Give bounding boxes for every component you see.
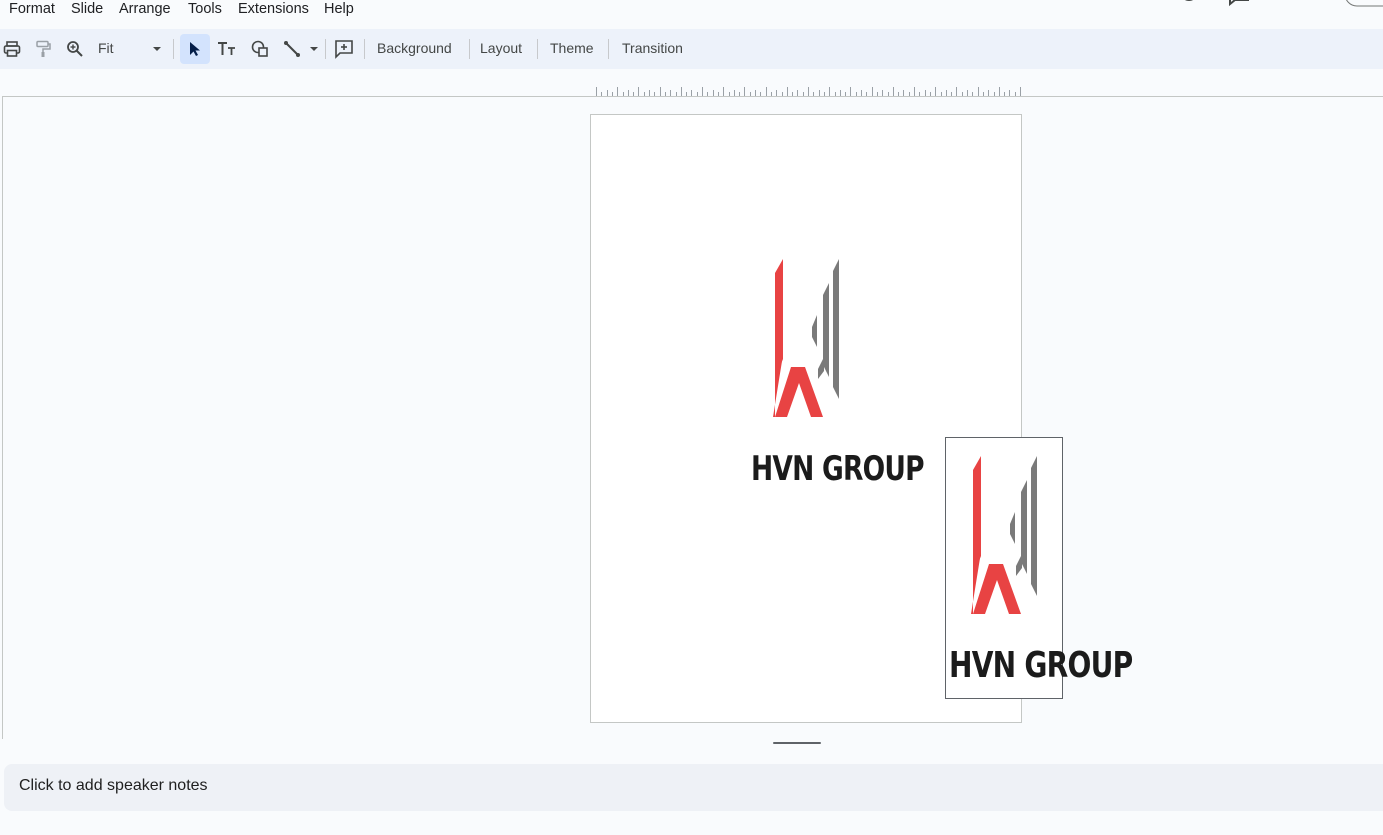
hvn-logo-mark-small: [971, 456, 1037, 614]
zoom-select-value[interactable]: Fit: [98, 40, 114, 56]
comments-icon[interactable]: [1227, 0, 1251, 8]
speaker-notes-panel[interactable]: Click to add speaker notes: [4, 764, 1383, 811]
paint-format-icon[interactable]: [33, 39, 53, 59]
layout-button[interactable]: Layout: [480, 40, 522, 56]
select-cursor-icon[interactable]: [180, 34, 210, 64]
menu-bar: Format Slide Arrange Tools Extensions He…: [0, 0, 1383, 24]
zoom-dropdown-chevron-icon[interactable]: [151, 45, 163, 53]
toolbar-divider: [325, 39, 326, 59]
menu-tools[interactable]: Tools: [188, 1, 222, 17]
notes-resize-handle[interactable]: [773, 742, 821, 744]
line-dropdown-chevron-icon[interactable]: [308, 45, 320, 53]
menu-arrange[interactable]: Arrange: [119, 1, 171, 17]
print-icon[interactable]: [2, 39, 22, 59]
toolbar-divider: [537, 39, 538, 59]
toolbar-divider: [469, 39, 470, 59]
toolbar-divider: [173, 39, 174, 59]
menu-help[interactable]: Help: [324, 1, 354, 17]
menu-slide[interactable]: Slide: [71, 1, 103, 17]
inserted-logo-image[interactable]: HVN GROUP: [945, 437, 1133, 699]
toolbar-divider: [608, 39, 609, 59]
toolbar-divider: [364, 39, 365, 59]
history-icon[interactable]: [1178, 0, 1200, 8]
text-box-icon[interactable]: [216, 39, 238, 59]
horizontal-ruler[interactable]: [596, 86, 1022, 96]
logo-wordmark: HVN GROUP: [751, 449, 925, 489]
present-icon[interactable]: [1281, 0, 1301, 8]
slideshow-button-edge[interactable]: [1343, 0, 1383, 8]
theme-button[interactable]: Theme: [550, 40, 594, 56]
menu-extensions[interactable]: Extensions: [238, 1, 309, 17]
shape-icon[interactable]: [249, 39, 271, 59]
speaker-notes-placeholder[interactable]: Click to add speaker notes: [19, 777, 208, 795]
line-icon[interactable]: [282, 39, 302, 59]
new-comment-icon[interactable]: [333, 39, 355, 59]
menu-format[interactable]: Format: [9, 1, 55, 17]
logo-wordmark-small: HVN GROUP: [949, 645, 1133, 686]
zoom-icon[interactable]: [65, 39, 85, 59]
transition-button[interactable]: Transition: [622, 40, 683, 56]
toolbar: Fit Background Layout Theme Transition: [0, 29, 1383, 69]
background-button[interactable]: Background: [377, 40, 452, 56]
hvn-logo-mark[interactable]: [773, 259, 839, 419]
